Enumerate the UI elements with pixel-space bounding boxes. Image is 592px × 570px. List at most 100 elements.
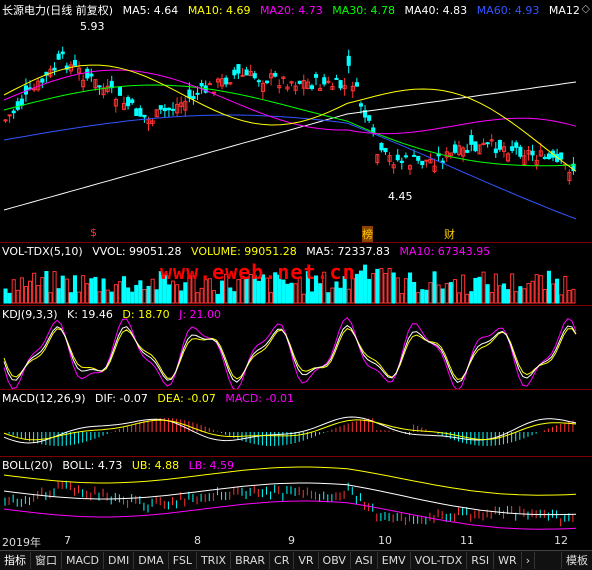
volume-bar	[85, 283, 90, 304]
candle-body	[117, 86, 122, 96]
scroll-right-icon[interactable]: ›	[522, 552, 536, 569]
candle-body	[224, 77, 229, 85]
volume-bar	[134, 284, 139, 304]
boll-mid-line	[3, 482, 577, 516]
candle-body	[473, 141, 478, 152]
volume-bar	[44, 271, 49, 304]
volume-bar	[367, 278, 372, 304]
candle-body	[530, 150, 535, 156]
candle-body	[32, 88, 37, 91]
volume-bar	[448, 282, 453, 304]
volume-bar	[387, 268, 392, 304]
candle-body	[469, 135, 474, 145]
boll-lb-line	[3, 500, 577, 530]
tab-trix[interactable]: TRIX	[197, 552, 232, 569]
kdj-j-value: J: 21.00	[179, 308, 222, 321]
watermark-text: www.eweb.net.cn	[160, 260, 356, 284]
candle-body	[403, 155, 408, 158]
tab-indicator[interactable]: 指标	[0, 552, 31, 569]
volume-bar	[211, 290, 216, 304]
macd-panel[interactable]: MACD(12,26,9) DIF: -0.07 DEA: -0.07 MACD…	[0, 390, 592, 456]
tab-wr[interactable]: WR	[494, 552, 522, 569]
volume-bar	[550, 283, 556, 304]
vol-ma5-value: MA5: 72337.83	[306, 245, 390, 258]
volume-bar	[28, 280, 33, 304]
volume-bar	[375, 268, 380, 304]
candle-body	[465, 150, 470, 153]
tab-dma[interactable]: DMA	[134, 552, 169, 569]
volume-bar	[309, 291, 315, 304]
volume-bar	[501, 283, 507, 304]
volume-bar	[117, 281, 122, 304]
volume-bar	[538, 275, 543, 304]
volume-bar	[215, 293, 221, 304]
candle-body	[162, 107, 167, 112]
candle-body	[166, 107, 172, 111]
candle-body	[416, 155, 421, 161]
volume-bar	[420, 289, 425, 304]
volume-value: VOLUME: 99051.28	[191, 245, 297, 258]
volume-bar	[412, 281, 417, 304]
vvol-value: VVOL: 99051.28	[92, 245, 182, 258]
axis-label-10: 10	[378, 534, 392, 547]
kdj-panel[interactable]: KDJ(9,3,3) K: 19.46 D: 18.70 J: 21.00	[0, 306, 592, 389]
boll-panel[interactable]: BOLL(20) BOLL: 4.73 UB: 4.88 LB: 4.59	[0, 457, 592, 534]
volume-bar	[506, 289, 511, 304]
tab-brar[interactable]: BRAR	[231, 552, 271, 569]
volume-bar	[514, 291, 519, 304]
volume-bar	[436, 284, 441, 304]
candle-body	[497, 140, 502, 150]
boll-lb-value: LB: 4.59	[188, 459, 234, 472]
kdj-d-value: D: 18.70	[122, 308, 170, 321]
boll-mid-value: BOLL: 4.73	[62, 459, 123, 472]
candle-body	[354, 82, 359, 87]
axis-label-11: 11	[460, 534, 474, 547]
volume-bar	[32, 272, 37, 304]
candle-body	[256, 80, 261, 83]
candle-body	[358, 103, 364, 107]
candle-body	[171, 108, 176, 111]
macd-macd-value: MACD: -0.01	[225, 392, 294, 405]
event-marker-bang[interactable]: 榜	[362, 226, 373, 242]
tab-template[interactable]: 模板	[561, 552, 592, 569]
volume-bar	[465, 293, 470, 304]
macd-title: MACD(12,26,9)	[2, 392, 86, 405]
volume-bar	[383, 272, 388, 304]
volume-bar	[48, 292, 53, 304]
volume-bar	[452, 279, 458, 304]
candle-body	[191, 96, 196, 100]
tab-dmi[interactable]: DMI	[104, 552, 135, 569]
volume-bar	[346, 288, 351, 304]
price-panel[interactable]: 长源电力(日线 前复权) MA5: 4.64 MA10: 4.69 MA20: …	[0, 0, 592, 242]
event-marker-s[interactable]: $	[90, 226, 97, 239]
tab-emv[interactable]: EMV	[378, 552, 411, 569]
candle-body	[187, 89, 192, 99]
candle-body	[11, 110, 16, 114]
volume-bar	[403, 278, 408, 304]
tab-vol-tdx[interactable]: VOL-TDX	[411, 552, 468, 569]
tab-cr[interactable]: CR	[270, 552, 295, 569]
candle-body	[383, 148, 388, 153]
volume-bar	[68, 292, 73, 304]
volume-bar	[518, 286, 523, 304]
volume-bar	[126, 287, 131, 304]
tab-vr[interactable]: VR	[294, 552, 319, 569]
tab-rsi[interactable]: RSI	[467, 552, 495, 569]
volume-bar	[379, 268, 384, 304]
candle-body	[514, 142, 519, 148]
tab-asi[interactable]: ASI	[351, 552, 378, 569]
tab-obv[interactable]: OBV	[319, 552, 351, 569]
volume-bar	[166, 284, 172, 304]
candle-body	[412, 154, 417, 157]
tab-fsl[interactable]: FSL	[169, 552, 197, 569]
volume-bar	[183, 282, 188, 304]
volume-bar	[485, 284, 490, 304]
volume-bar	[113, 284, 118, 304]
boll-header: BOLL(20) BOLL: 4.73 UB: 4.88 LB: 4.59	[2, 459, 240, 472]
candle-body	[485, 142, 490, 145]
tab-macd[interactable]: MACD	[62, 552, 104, 569]
tab-window[interactable]: 窗口	[31, 552, 62, 569]
candle-body	[309, 85, 315, 90]
volume-bar	[138, 280, 143, 304]
event-marker-cai[interactable]: 财	[444, 226, 455, 242]
